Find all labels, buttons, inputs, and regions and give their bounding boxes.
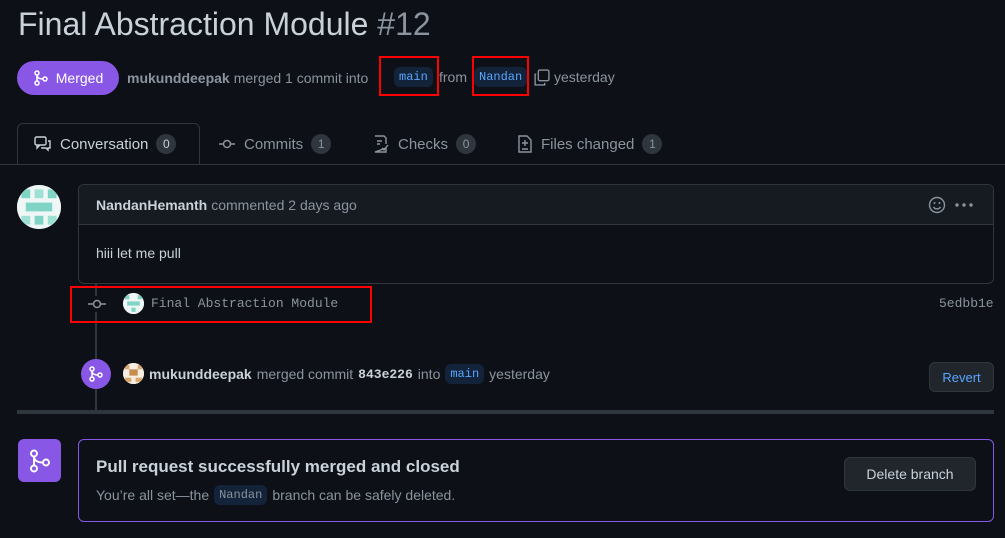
file-diff-icon bbox=[518, 135, 532, 153]
tab-label: Conversation bbox=[60, 135, 149, 153]
tab-files-changed[interactable]: Files changed 1 bbox=[517, 123, 663, 165]
merge-status-card: Pull request successfully merged and clo… bbox=[78, 439, 994, 522]
pr-title: Final Abstraction Module bbox=[18, 6, 369, 42]
head-branch[interactable]: Nandan bbox=[474, 67, 528, 87]
comment-header: NandanHemanth commented 2 days ago bbox=[79, 185, 993, 225]
git-merge-icon bbox=[34, 70, 48, 86]
tab-commits[interactable]: Commits 1 bbox=[218, 123, 332, 165]
git-merge-icon bbox=[29, 449, 50, 472]
merge-status-icon-box bbox=[18, 439, 61, 482]
pr-number: #12 bbox=[377, 6, 431, 42]
merger-avatar[interactable] bbox=[123, 363, 144, 384]
commit-author-avatar[interactable] bbox=[123, 293, 144, 314]
identicon bbox=[123, 293, 144, 314]
tab-counter: 1 bbox=[642, 134, 663, 154]
git-commit-icon bbox=[219, 139, 235, 149]
comment-discussion-icon bbox=[34, 136, 51, 152]
merge-event-text: mukunddeepak merged commit 843e226 into … bbox=[149, 364, 550, 384]
merge-target-branch[interactable]: main bbox=[445, 364, 485, 384]
commit-message[interactable]: Final Abstraction Module bbox=[151, 296, 338, 311]
merge-sha[interactable]: 843e226 bbox=[358, 367, 413, 382]
merge-event-badge bbox=[81, 359, 111, 389]
comment-body: hiii let me pull bbox=[96, 245, 181, 261]
smiley-icon[interactable] bbox=[928, 196, 946, 214]
tabs-divider bbox=[0, 164, 1005, 165]
tab-checks[interactable]: Checks 0 bbox=[372, 123, 477, 165]
comment-card: NandanHemanth commented 2 days ago hiii … bbox=[78, 184, 994, 284]
identicon bbox=[123, 363, 144, 384]
git-commit-icon bbox=[87, 296, 107, 312]
merge-event-time: yesterday bbox=[489, 366, 550, 382]
merge-status-description: You’re all set—the Nandan branch can be … bbox=[96, 485, 455, 505]
tab-conversation[interactable]: Conversation 0 bbox=[17, 123, 200, 165]
copy-icon[interactable] bbox=[533, 69, 550, 86]
git-merge-icon bbox=[89, 366, 103, 382]
timeline-divider bbox=[17, 410, 994, 414]
desc-before: You’re all set—the bbox=[96, 487, 210, 503]
comment-action: commented 2 days ago bbox=[211, 196, 357, 213]
merged-text: merged 1 commit into bbox=[233, 70, 369, 86]
desc-after: branch can be safely deleted. bbox=[272, 487, 456, 503]
tab-counter: 0 bbox=[456, 134, 477, 154]
comment-author[interactable]: NandanHemanth bbox=[96, 197, 207, 213]
commit-sha[interactable]: 5edbb1e bbox=[939, 296, 994, 311]
checklist-icon bbox=[374, 135, 389, 153]
tab-label: Checks bbox=[398, 135, 449, 153]
tab-counter: 0 bbox=[156, 134, 177, 154]
merge-time: yesterday bbox=[554, 69, 615, 85]
into-text: into bbox=[417, 366, 441, 382]
tab-label: Files changed bbox=[541, 135, 635, 153]
deletable-branch: Nandan bbox=[214, 485, 268, 505]
page-title: Final Abstraction Module #12 bbox=[18, 6, 431, 43]
revert-button[interactable]: Revert bbox=[929, 362, 994, 392]
pr-meta: mukunddeepak merged 1 commit into bbox=[127, 68, 368, 88]
status-label: Merged bbox=[55, 70, 104, 86]
identicon bbox=[17, 185, 61, 229]
merged-status-badge: Merged bbox=[17, 61, 119, 95]
tab-label: Commits bbox=[244, 135, 304, 153]
merge-status-title: Pull request successfully merged and clo… bbox=[96, 457, 460, 476]
base-branch[interactable]: main bbox=[394, 67, 433, 87]
from-text: from bbox=[439, 69, 467, 85]
merger-name[interactable]: mukunddeepak bbox=[149, 366, 252, 382]
kebab-horizontal-icon[interactable] bbox=[954, 196, 974, 214]
tab-counter: 1 bbox=[311, 134, 332, 154]
author-link[interactable]: mukunddeepak bbox=[127, 70, 230, 86]
delete-branch-button[interactable]: Delete branch bbox=[844, 457, 976, 491]
avatar[interactable] bbox=[17, 185, 61, 229]
merged-commit-text: merged commit bbox=[256, 366, 354, 382]
